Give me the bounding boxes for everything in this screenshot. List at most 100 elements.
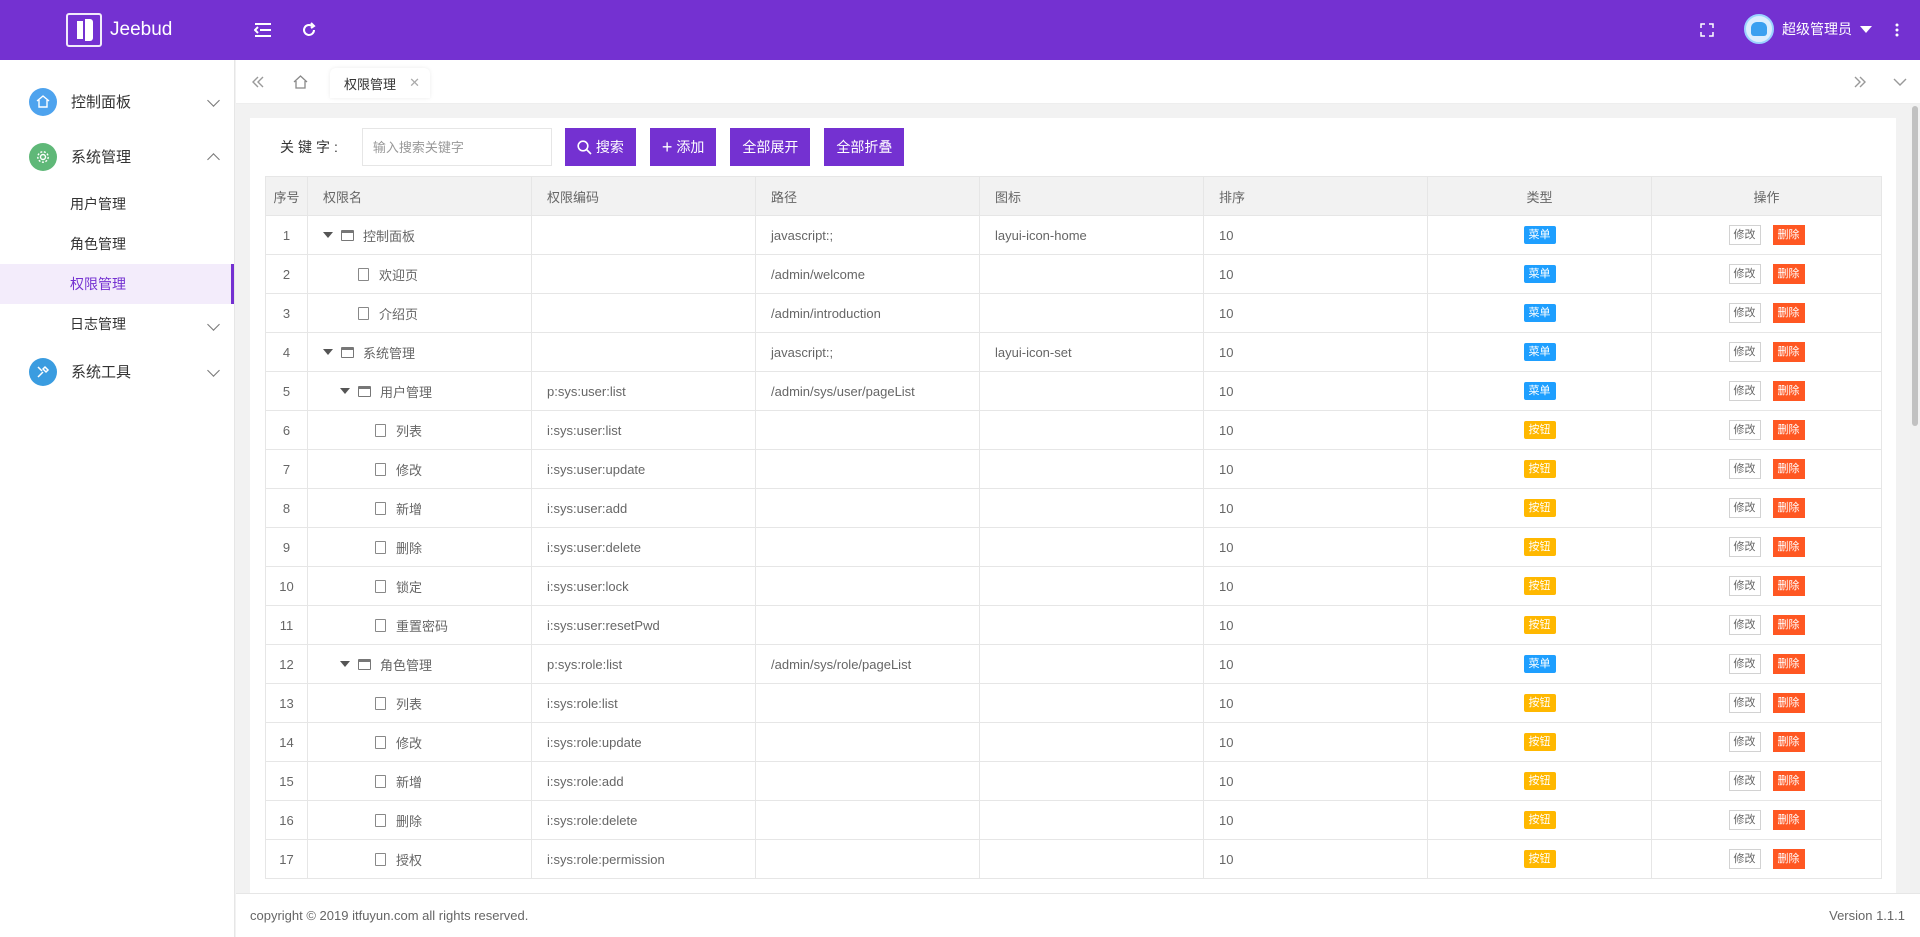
- permission-path: [755, 683, 980, 723]
- type-cell: 菜单: [1427, 254, 1652, 294]
- delete-button[interactable]: 删除: [1772, 732, 1805, 752]
- menu-toggle-icon[interactable]: [250, 17, 276, 43]
- delete-button[interactable]: 删除: [1772, 264, 1805, 284]
- edit-button[interactable]: 修改: [1728, 693, 1761, 713]
- delete-button[interactable]: 删除: [1772, 459, 1805, 479]
- scroll-right-icon[interactable]: [1848, 70, 1872, 94]
- edit-button[interactable]: 修改: [1728, 732, 1761, 752]
- file-icon: [375, 696, 386, 710]
- fullscreen-icon[interactable]: [1694, 17, 1720, 43]
- delete-button[interactable]: 删除: [1772, 771, 1805, 791]
- tree-expand-icon[interactable]: [323, 349, 333, 355]
- edit-button[interactable]: 修改: [1728, 537, 1761, 557]
- type-cell: 按钮: [1427, 488, 1652, 528]
- permission-name-cell: 用户管理: [307, 371, 532, 411]
- tab-permissions[interactable]: 权限管理 ✕: [330, 68, 431, 98]
- permission-sort: 10: [1203, 254, 1428, 294]
- sidebar-group-dashboard[interactable]: 控制面板: [0, 74, 234, 129]
- edit-button[interactable]: 修改: [1728, 771, 1761, 791]
- app-logo[interactable]: Jeebud: [66, 13, 172, 47]
- sidebar: 控制面板 系统管理 用户管理 角色管理 权限管理 日志管理 系统工具: [0, 60, 235, 937]
- permission-name-cell: 删除: [307, 800, 532, 840]
- home-tab-icon[interactable]: [288, 70, 312, 94]
- more-vertical-icon[interactable]: [1884, 17, 1910, 43]
- edit-button[interactable]: 修改: [1728, 303, 1761, 323]
- row-index: 8: [265, 488, 308, 528]
- delete-button[interactable]: 删除: [1772, 537, 1805, 557]
- tree-expand-icon[interactable]: [340, 388, 350, 394]
- delete-button[interactable]: 删除: [1772, 576, 1805, 596]
- column-header: 路径: [755, 176, 980, 216]
- permission-sort: 10: [1203, 839, 1428, 879]
- user-name: 超级管理员: [1782, 21, 1852, 37]
- permission-code: p:sys:role:list: [531, 644, 756, 684]
- sidebar-group-tools[interactable]: 系统工具: [0, 344, 234, 399]
- edit-button[interactable]: 修改: [1728, 849, 1761, 869]
- edit-button[interactable]: 修改: [1728, 615, 1761, 635]
- collapse-all-button[interactable]: 全部折叠: [824, 128, 905, 166]
- tree-expand-icon[interactable]: [340, 661, 350, 667]
- sidebar-item-users[interactable]: 用户管理: [0, 184, 234, 224]
- expand-all-button[interactable]: 全部展开: [730, 128, 811, 166]
- permission-table-wrapper: 序号 权限名 权限编码 路径 图标 排序 类型 操作 1 控制面板 javascri…: [265, 176, 1882, 879]
- edit-button[interactable]: 修改: [1728, 498, 1761, 518]
- sidebar-item-permissions[interactable]: 权限管理: [0, 264, 234, 304]
- file-icon: [358, 267, 369, 281]
- delete-button[interactable]: 删除: [1772, 810, 1805, 830]
- row-index: 14: [265, 722, 308, 762]
- edit-button[interactable]: 修改: [1728, 576, 1761, 596]
- add-button[interactable]: + 添加: [649, 128, 717, 166]
- edit-button[interactable]: 修改: [1728, 225, 1761, 245]
- edit-button[interactable]: 修改: [1728, 810, 1761, 830]
- permission-sort: 10: [1203, 800, 1428, 840]
- search-input[interactable]: [361, 128, 552, 166]
- type-badge: 菜单: [1523, 265, 1556, 283]
- edit-button[interactable]: 修改: [1728, 264, 1761, 284]
- page-scrollbar[interactable]: [1910, 104, 1920, 894]
- sidebar-item-logs[interactable]: 日志管理: [0, 304, 234, 344]
- search-button[interactable]: 搜索: [564, 128, 636, 166]
- permission-name-cell: 欢迎页: [307, 254, 532, 294]
- permission-name-cell: 授权: [307, 839, 532, 879]
- delete-button[interactable]: 删除: [1772, 420, 1805, 440]
- refresh-icon[interactable]: [296, 17, 322, 43]
- type-cell: 按钮: [1427, 410, 1652, 450]
- permission-icon-name: [979, 722, 1204, 762]
- delete-button[interactable]: 删除: [1772, 498, 1805, 518]
- permission-name: 新增: [396, 774, 423, 790]
- row-index: 5: [265, 371, 308, 411]
- edit-button[interactable]: 修改: [1728, 342, 1761, 362]
- permission-name: 删除: [396, 540, 423, 556]
- delete-button[interactable]: 删除: [1772, 849, 1805, 869]
- permission-code: i:sys:user:update: [531, 449, 756, 489]
- edit-button[interactable]: 修改: [1728, 381, 1761, 401]
- delete-button[interactable]: 删除: [1772, 654, 1805, 674]
- permission-path: /admin/sys/role/pageList: [755, 644, 980, 684]
- gear-icon: [29, 142, 57, 171]
- delete-button[interactable]: 删除: [1772, 693, 1805, 713]
- delete-button[interactable]: 删除: [1772, 381, 1805, 401]
- user-menu[interactable]: 超级管理员: [1744, 14, 1872, 44]
- edit-button[interactable]: 修改: [1728, 459, 1761, 479]
- edit-button[interactable]: 修改: [1728, 654, 1761, 674]
- sidebar-item-roles[interactable]: 角色管理: [0, 224, 234, 264]
- delete-button[interactable]: 删除: [1772, 225, 1805, 245]
- type-cell: 按钮: [1427, 566, 1652, 606]
- scrollbar-thumb[interactable]: [1912, 106, 1918, 426]
- tree-expand-icon[interactable]: [323, 232, 333, 238]
- permission-sort: 10: [1203, 410, 1428, 450]
- edit-button[interactable]: 修改: [1728, 420, 1761, 440]
- tab-menu-chevron-down-icon[interactable]: [1888, 70, 1912, 94]
- delete-button[interactable]: 删除: [1772, 342, 1805, 362]
- actions-cell: 修改 删除: [1651, 488, 1882, 528]
- delete-button[interactable]: 删除: [1772, 615, 1805, 635]
- permission-icon-name: [979, 761, 1204, 801]
- permission-path: [755, 566, 980, 606]
- type-cell: 菜单: [1427, 293, 1652, 333]
- scroll-left-icon[interactable]: [246, 70, 270, 94]
- sidebar-group-system[interactable]: 系统管理: [0, 129, 234, 184]
- delete-button[interactable]: 删除: [1772, 303, 1805, 323]
- type-badge: 菜单: [1523, 655, 1556, 673]
- close-icon[interactable]: ✕: [409, 75, 420, 91]
- permission-sort: 10: [1203, 293, 1428, 333]
